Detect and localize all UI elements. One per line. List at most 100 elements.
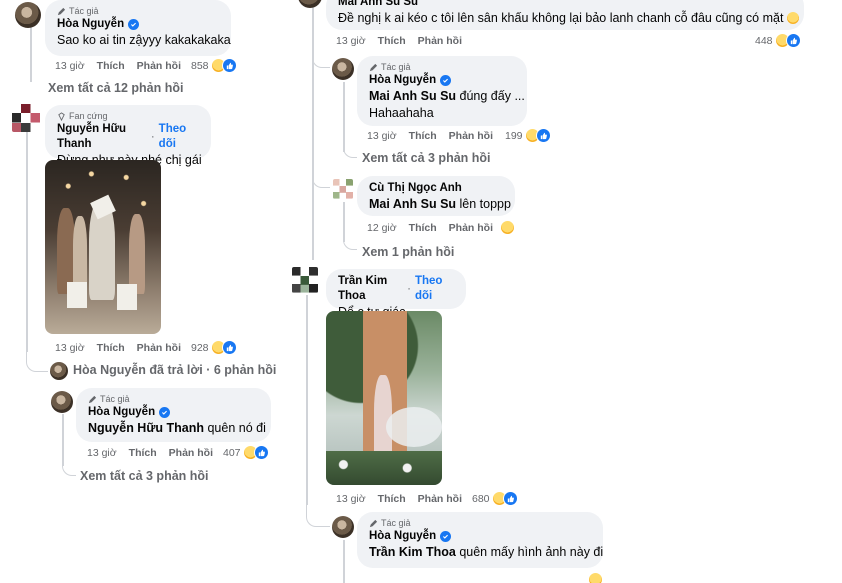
comment-bubble: Trần Kim Thoa · Theo dõi Để c tự giác: [326, 269, 466, 319]
verified-icon: [128, 19, 140, 30]
like-button[interactable]: Thích: [129, 447, 157, 459]
reaction-summary[interactable]: 680: [472, 491, 518, 506]
like-icon: [253, 445, 269, 460]
follow-button[interactable]: Theo dõi: [159, 122, 199, 152]
like-icon: [785, 33, 801, 48]
reaction-summary[interactable]: 199: [505, 128, 551, 143]
commenter-name[interactable]: Mai Anh Su Su: [338, 0, 418, 10]
view-more-replies[interactable]: Xem tất cả 3 phản hồi: [362, 151, 491, 165]
like-button[interactable]: Thích: [97, 60, 125, 72]
view-more-replies[interactable]: Xem 1 phản hồi: [362, 245, 454, 259]
replied-summary[interactable]: Hòa Nguyễn đã trả lời · 6 phản hồi: [73, 363, 276, 377]
reaction-summary[interactable]: 407: [223, 445, 269, 460]
author-badge: Tác giả: [369, 61, 515, 73]
mention-link[interactable]: Mai Anh Su Su: [369, 89, 456, 103]
comment-time[interactable]: 12 giờ: [367, 222, 397, 234]
avatar[interactable]: [332, 58, 354, 80]
reply-button[interactable]: Phản hồi: [418, 493, 462, 505]
commenter-name[interactable]: Hòa Nguyễn: [369, 529, 436, 544]
commenter-name[interactable]: Hòa Nguyễn: [88, 405, 155, 420]
comment-time[interactable]: 13 giờ: [55, 60, 85, 72]
commenter-name[interactable]: Trần Kim Thoa: [338, 274, 403, 304]
comment-text: Đề nghị k ai kéo c tôi lên sân khấu khôn…: [338, 10, 799, 27]
view-more-replies[interactable]: Xem tất cả 12 phản hồi: [48, 81, 183, 95]
comment-bubble: Tác giả Hòa Nguyễn Sao ko ai tin zậyyy k…: [45, 0, 231, 56]
pencil-icon: [57, 7, 66, 15]
comment-text: Mai Anh Su Su đúng đấy ...: [369, 89, 525, 103]
thread-connector: [312, 168, 330, 188]
mention-link[interactable]: Nguyễn Hữu Thanh: [88, 421, 204, 435]
smoke-cloud: [386, 407, 442, 447]
mention-link[interactable]: Mai Anh Su Su: [369, 197, 456, 211]
reaction-summary[interactable]: 928: [191, 340, 237, 355]
fan-badge: Fan cứng: [57, 110, 199, 122]
comment-actions: 13 giờ Thích Phản hồi: [87, 447, 213, 459]
comment-time[interactable]: 13 giờ: [55, 342, 85, 354]
comment-time[interactable]: 13 giờ: [367, 130, 397, 142]
thread-line: [312, 0, 314, 260]
commenter-name[interactable]: Hòa Nguyễn: [369, 73, 436, 88]
comment-actions: 13 giờ Thích Phản hồi: [336, 35, 462, 47]
comment-bubble: Tác giả Hòa Nguyễn Mai Anh Su Su đúng đấ…: [357, 56, 527, 126]
like-icon: [221, 340, 237, 355]
reply-button[interactable]: Phản hồi: [137, 60, 181, 72]
avatar[interactable]: [50, 362, 68, 380]
laughing-emoji-icon: [786, 12, 799, 24]
comment-actions: 13 giờ Thích Phản hồi: [367, 130, 493, 142]
reaction-count: 407: [223, 446, 241, 459]
reaction-summary[interactable]: [500, 220, 515, 235]
verified-icon: [159, 407, 171, 418]
avatar[interactable]: [333, 179, 353, 199]
commenter-name[interactable]: Nguyễn Hữu Thanh: [57, 122, 147, 152]
comment-image[interactable]: [326, 311, 442, 485]
avatar[interactable]: [51, 391, 73, 413]
commenter-name[interactable]: Cù Thị Ngọc Anh: [369, 181, 462, 196]
comment-bubble: Tác giả Hòa Nguyễn Trần Kim Thoa quên mấ…: [357, 512, 603, 568]
like-button[interactable]: Thích: [378, 493, 406, 505]
reply-button[interactable]: Phản hồi: [137, 342, 181, 354]
reaction-summary[interactable]: 858: [191, 58, 237, 73]
avatar[interactable]: [12, 104, 40, 132]
reaction-summary[interactable]: [588, 572, 603, 583]
like-icon: [535, 128, 551, 143]
like-button[interactable]: Thích: [409, 222, 437, 234]
comment-text: Nguyễn Hữu Thanh quên nó đi: [88, 421, 266, 435]
comment-bubble: Mai Anh Su Su Đề nghị k ai kéo c tôi lên…: [326, 0, 804, 30]
comment-image[interactable]: [45, 160, 161, 334]
comment-time[interactable]: 13 giờ: [336, 493, 366, 505]
follow-button[interactable]: Theo dõi: [415, 274, 454, 304]
author-badge: Tác giả: [88, 393, 259, 405]
comment-time[interactable]: 13 giờ: [336, 35, 366, 47]
box-prop: [67, 282, 87, 308]
thread-line: [30, 22, 32, 82]
like-button[interactable]: Thích: [409, 130, 437, 142]
diamond-icon: [58, 111, 65, 121]
thread-line: [306, 295, 308, 505]
reply-button[interactable]: Phản hồi: [418, 35, 462, 47]
reply-button[interactable]: Phản hồi: [449, 130, 493, 142]
reply-button[interactable]: Phản hồi: [449, 222, 493, 234]
reaction-summary[interactable]: 448: [755, 33, 801, 48]
comment-bubble: Tác giả Hòa Nguyễn Nguyễn Hữu Thanh quên…: [76, 388, 271, 442]
avatar[interactable]: [15, 2, 41, 28]
verified-icon: [440, 531, 452, 542]
verified-icon: [440, 75, 452, 86]
like-button[interactable]: Thích: [378, 35, 406, 47]
comment-actions: 13 giờ Thích Phản hồi: [55, 60, 181, 72]
view-more-replies[interactable]: Xem tất cả 3 phản hồi: [80, 469, 209, 483]
mention-link[interactable]: Trần Kim Thoa: [369, 545, 456, 559]
comment-time[interactable]: 13 giờ: [87, 447, 117, 459]
reaction-count: 448: [755, 34, 773, 47]
comment-actions: 12 giờ Thích Phản hồi: [367, 222, 493, 234]
pencil-icon: [369, 63, 378, 71]
commenter-name[interactable]: Hòa Nguyễn: [57, 17, 124, 32]
avatar[interactable]: [292, 267, 318, 293]
thread-connector: [343, 234, 357, 250]
avatar[interactable]: [332, 516, 354, 538]
avatar[interactable]: [298, 0, 322, 8]
replied-text: đã trả lời · 6 phản hồi: [149, 363, 277, 377]
haha-icon: [500, 220, 515, 235]
box-prop: [117, 284, 137, 310]
reply-button[interactable]: Phản hồi: [169, 447, 213, 459]
like-button[interactable]: Thích: [97, 342, 125, 354]
